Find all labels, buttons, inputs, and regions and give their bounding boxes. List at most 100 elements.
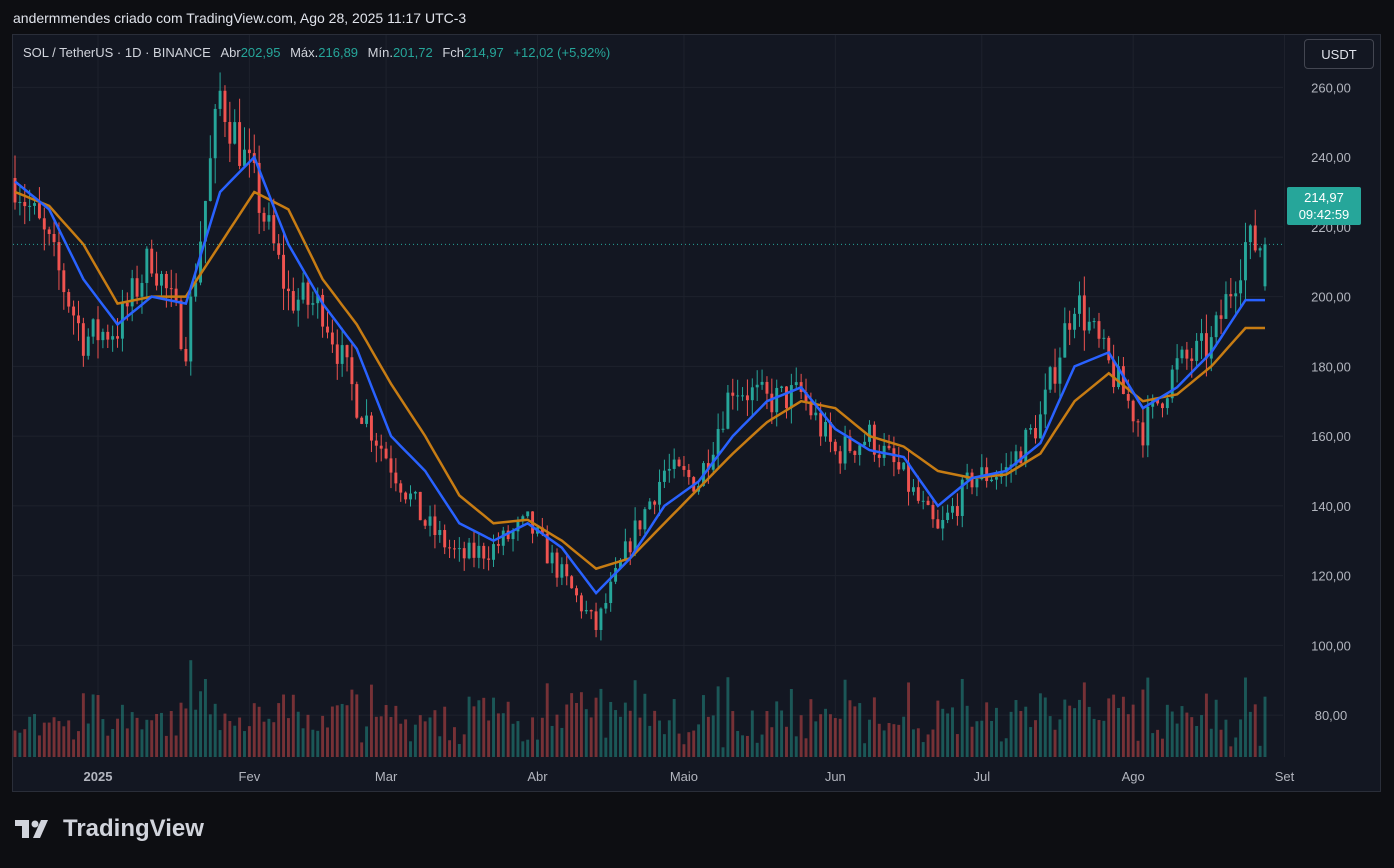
volume-bar bbox=[745, 735, 749, 757]
candle-body bbox=[780, 386, 784, 388]
candle-body bbox=[77, 315, 80, 324]
candle-body bbox=[658, 481, 661, 505]
candle-body bbox=[365, 415, 369, 424]
candle-body bbox=[931, 504, 935, 520]
candle-body bbox=[52, 233, 56, 243]
volume-bar bbox=[731, 711, 735, 757]
candle-body bbox=[794, 382, 798, 386]
volume-bar bbox=[42, 722, 46, 757]
candle-body bbox=[946, 512, 950, 521]
candle-body bbox=[135, 278, 139, 297]
volume-bar bbox=[897, 724, 901, 757]
volume-bar bbox=[1004, 738, 1008, 757]
candle-body bbox=[57, 242, 61, 271]
candle-body bbox=[1107, 337, 1111, 361]
candlestick-chart[interactable]: 2025 Fev Mar Abr Maio Jun Jul Ago Set 80,00 100,00… bbox=[13, 35, 1380, 791]
volume-bar bbox=[946, 713, 950, 757]
candle-body bbox=[1141, 422, 1145, 446]
volume-bar bbox=[72, 739, 76, 757]
volume-bar bbox=[1229, 746, 1233, 757]
volume-bar bbox=[975, 721, 979, 757]
volume-bar bbox=[340, 703, 344, 757]
volume-bar bbox=[472, 706, 476, 757]
volume-bar bbox=[233, 725, 237, 757]
volume-bar bbox=[213, 703, 217, 757]
volume-bar bbox=[677, 733, 681, 757]
volume-bar bbox=[814, 721, 818, 757]
volume-bar bbox=[804, 738, 808, 757]
volume-bar bbox=[799, 715, 803, 757]
volume-bar bbox=[462, 734, 466, 757]
candle-body bbox=[877, 454, 881, 458]
candle-body bbox=[443, 530, 447, 548]
volume-bar bbox=[316, 730, 320, 757]
candle-body bbox=[42, 218, 46, 230]
candle-body bbox=[218, 90, 222, 109]
candle-body bbox=[189, 296, 193, 362]
candle-body bbox=[750, 387, 754, 401]
candle-body bbox=[1063, 323, 1067, 358]
volume-bar bbox=[755, 742, 759, 757]
candle-body bbox=[277, 243, 281, 255]
volume-bar bbox=[96, 695, 100, 757]
volume-bar bbox=[179, 702, 183, 757]
volume-bar bbox=[833, 718, 837, 757]
open-value: 202,95 bbox=[240, 45, 281, 60]
candle-body bbox=[1195, 340, 1199, 361]
x-tick-label: Jul bbox=[973, 769, 990, 784]
volume-bar bbox=[120, 704, 124, 757]
volume-bar bbox=[1053, 729, 1057, 757]
candle-body bbox=[477, 545, 481, 558]
volume-bar bbox=[1165, 704, 1169, 757]
candle-body bbox=[1209, 337, 1213, 359]
volume-bar bbox=[1107, 698, 1111, 757]
volume-bar bbox=[1019, 711, 1023, 757]
candle-body bbox=[355, 384, 359, 418]
volume-bar bbox=[648, 725, 652, 757]
volume-bar bbox=[218, 730, 222, 757]
candle-body bbox=[550, 552, 554, 564]
volume-bar bbox=[428, 717, 432, 757]
volume-bar bbox=[785, 726, 788, 757]
candle-body bbox=[643, 509, 647, 530]
chart-panel[interactable]: 2025 Fev Mar Abr Maio Jun Jul Ago Set 80,00 100,00… bbox=[12, 34, 1381, 792]
volume-bar bbox=[765, 711, 769, 757]
volume-bar bbox=[399, 723, 403, 757]
volume-bar bbox=[560, 727, 564, 757]
candle-body bbox=[824, 421, 828, 437]
volume-bar bbox=[721, 747, 725, 757]
volume-bar bbox=[423, 721, 427, 757]
low-label: Mín. bbox=[367, 45, 393, 60]
tradingview-brand[interactable]: TradingView bbox=[15, 815, 204, 843]
volume-bar bbox=[1048, 716, 1052, 757]
volume-bar bbox=[418, 715, 422, 757]
volume-bar bbox=[760, 734, 764, 757]
currency-button[interactable]: USDT bbox=[1304, 39, 1374, 69]
x-tick-label: Ago bbox=[1122, 769, 1145, 784]
candle-body bbox=[243, 149, 246, 166]
volume-bar bbox=[926, 734, 930, 757]
volume-bar bbox=[550, 725, 554, 757]
candle-body bbox=[975, 479, 979, 488]
candle-body bbox=[462, 548, 466, 559]
candle-body bbox=[296, 299, 300, 311]
candle-body bbox=[755, 384, 759, 388]
candle-body bbox=[384, 448, 388, 459]
volume-bar bbox=[140, 729, 144, 757]
candle-body bbox=[589, 610, 593, 612]
candle-body bbox=[902, 462, 906, 470]
candle-body bbox=[140, 282, 144, 297]
candle-body bbox=[330, 332, 334, 345]
volume-bar bbox=[555, 714, 559, 757]
volume-bar bbox=[47, 722, 51, 757]
candle-body bbox=[379, 445, 383, 449]
candle-body bbox=[579, 595, 583, 612]
volume-bar bbox=[189, 660, 193, 757]
symbol-label[interactable]: SOL / TetherUS · 1D · BINANCE bbox=[23, 45, 211, 60]
volume-bar bbox=[311, 729, 315, 757]
volume-bar bbox=[199, 691, 203, 757]
volume-bar bbox=[579, 692, 583, 757]
candle-body bbox=[765, 381, 769, 394]
volume-bar bbox=[970, 726, 974, 757]
candle-body bbox=[1126, 394, 1130, 401]
